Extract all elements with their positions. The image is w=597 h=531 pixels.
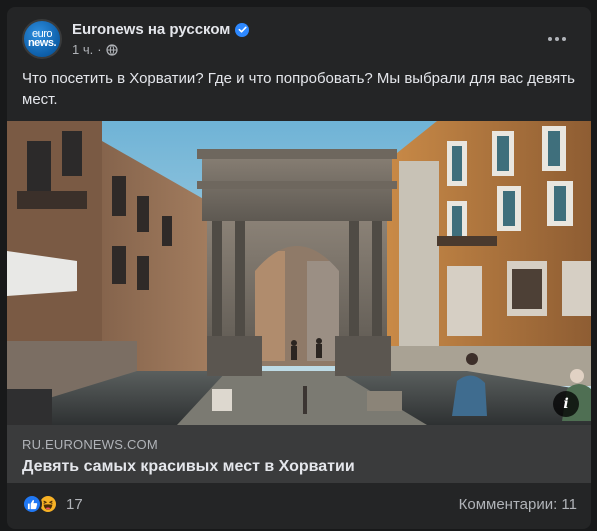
link-domain: RU.EURONEWS.COM bbox=[22, 437, 158, 452]
like-icon bbox=[22, 494, 42, 514]
post-footer: 17 Комментарии: 11 bbox=[22, 493, 577, 517]
post-meta: 1 ч. · bbox=[72, 42, 118, 57]
link-preview-box[interactable]: RU.EURONEWS.COM Девять самых красивых ме… bbox=[7, 425, 591, 483]
reactions-summary[interactable]: 17 bbox=[22, 494, 83, 514]
globe-icon[interactable] bbox=[105, 43, 118, 56]
more-options-icon[interactable] bbox=[545, 27, 569, 51]
page-name-row: Euronews на русском bbox=[72, 21, 250, 38]
meta-separator: · bbox=[97, 42, 102, 57]
link-title: Девять самых красивых мест в Хорватии bbox=[22, 458, 355, 475]
post-caption: Что посетить в Хорватии? Где и что попро… bbox=[22, 70, 575, 108]
avatar-text-2: news. bbox=[27, 37, 57, 49]
arch-of-sergii-photo bbox=[7, 121, 591, 425]
page-name-link[interactable]: Euronews на русском bbox=[72, 21, 230, 38]
post-time-link[interactable]: 1 ч. bbox=[72, 42, 93, 57]
reaction-count: 17 bbox=[66, 495, 83, 513]
feed-post: euro news. Euronews на русском 1 ч. · Чт… bbox=[7, 7, 591, 529]
verified-badge-icon bbox=[235, 22, 250, 37]
post-header: euro news. Euronews на русском 1 ч. · bbox=[22, 19, 579, 63]
comments-count-link[interactable]: Комментарии: 11 bbox=[459, 496, 577, 513]
info-icon[interactable]: i bbox=[553, 391, 579, 417]
page-avatar[interactable]: euro news. bbox=[22, 19, 62, 59]
link-preview-image[interactable]: i bbox=[7, 121, 591, 425]
